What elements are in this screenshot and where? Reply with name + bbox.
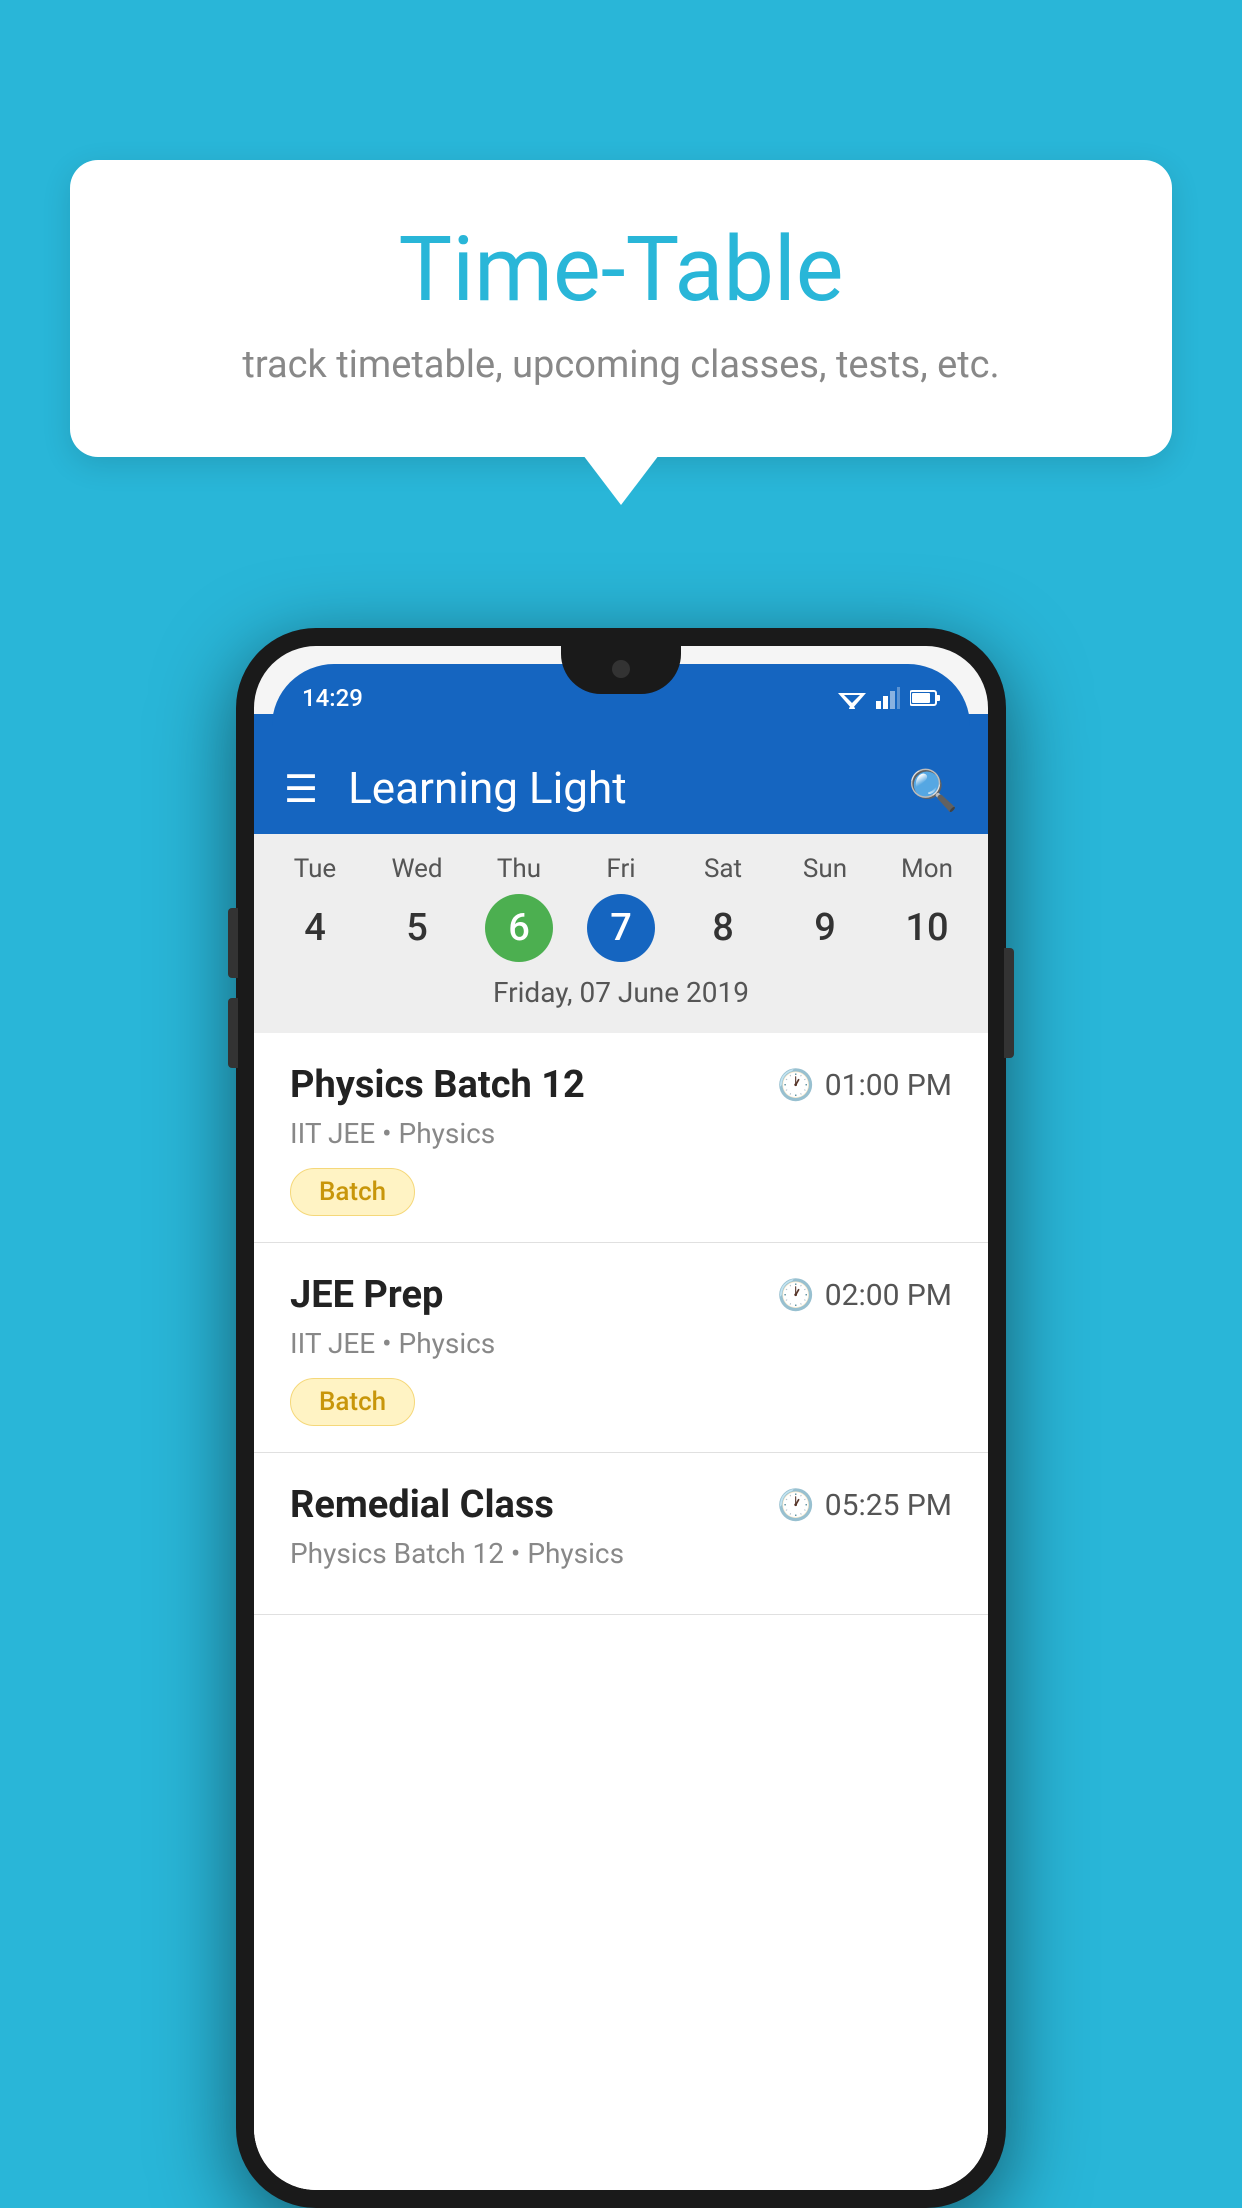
day-number[interactable]: 10 — [893, 894, 961, 962]
app-title: Learning Light — [348, 762, 878, 814]
clock-icon: 🕐 — [777, 1068, 814, 1103]
volume-up-button — [228, 908, 238, 978]
notch — [561, 646, 681, 694]
day-col[interactable]: Thu 6 — [474, 854, 564, 962]
phone-screen: 14:29 — [254, 646, 988, 2190]
schedule-item[interactable]: Remedial Class 🕐 05:25 PM Physics Batch … — [254, 1453, 988, 1615]
day-number[interactable]: 8 — [689, 894, 757, 962]
tooltip-subtitle: track timetable, upcoming classes, tests… — [130, 343, 1112, 387]
schedule-item-time: 🕐 02:00 PM — [777, 1278, 952, 1313]
day-col[interactable]: Tue 4 — [270, 854, 360, 962]
schedule-item-subtitle: IIT JEE • Physics — [290, 1327, 952, 1360]
day-name: Wed — [391, 854, 442, 884]
day-number[interactable]: 4 — [281, 894, 349, 962]
camera — [612, 660, 630, 678]
clock-icon: 🕐 — [777, 1278, 814, 1313]
schedule-item[interactable]: JEE Prep 🕐 02:00 PM IIT JEE • Physics Ba… — [254, 1243, 988, 1453]
wifi-icon — [838, 687, 866, 709]
schedule-item-header: Physics Batch 12 🕐 01:00 PM — [290, 1063, 952, 1107]
days-row: Tue 4 Wed 5 Thu 6 Fri 7 Sat 8 Sun 9 Mon … — [254, 854, 988, 962]
schedule-list: Physics Batch 12 🕐 01:00 PM IIT JEE • Ph… — [254, 1033, 988, 2190]
day-number[interactable]: 5 — [383, 894, 451, 962]
schedule-item-title: JEE Prep — [290, 1273, 443, 1317]
day-number[interactable]: 9 — [791, 894, 859, 962]
app-bar: ☰ Learning Light 🔍 — [254, 714, 988, 834]
schedule-item-header: JEE Prep 🕐 02:00 PM — [290, 1273, 952, 1317]
day-name: Fri — [606, 854, 635, 884]
schedule-item-title: Physics Batch 12 — [290, 1063, 585, 1107]
search-icon[interactable]: 🔍 — [908, 767, 958, 814]
signal-icon — [876, 687, 900, 709]
phone-frame: 14:29 — [236, 628, 1006, 2208]
batch-tag: Batch — [290, 1168, 415, 1216]
day-col[interactable]: Sat 8 — [678, 854, 768, 962]
day-name: Mon — [901, 854, 953, 884]
day-name: Tue — [294, 854, 336, 884]
power-button — [1004, 948, 1014, 1058]
day-number[interactable]: 7 — [587, 894, 655, 962]
schedule-item-header: Remedial Class 🕐 05:25 PM — [290, 1483, 952, 1527]
clock-icon: 🕐 — [777, 1488, 814, 1523]
day-name: Sun — [803, 854, 847, 884]
tooltip-title: Time-Table — [130, 220, 1112, 319]
day-number[interactable]: 6 — [485, 894, 553, 962]
status-icons — [838, 687, 940, 709]
menu-icon[interactable]: ☰ — [284, 767, 318, 812]
screen-content: ☰ Learning Light 🔍 Tue 4 Wed 5 Thu 6 Fri… — [254, 714, 988, 2190]
schedule-item-time: 🕐 05:25 PM — [777, 1488, 952, 1523]
tooltip-card: Time-Table track timetable, upcoming cla… — [70, 160, 1172, 457]
status-time: 14:29 — [302, 684, 363, 712]
day-name: Thu — [497, 854, 541, 884]
selected-date-label: Friday, 07 June 2019 — [254, 962, 988, 1023]
day-col[interactable]: Wed 5 — [372, 854, 462, 962]
batch-tag: Batch — [290, 1378, 415, 1426]
volume-down-button — [228, 998, 238, 1068]
day-col[interactable]: Sun 9 — [780, 854, 870, 962]
day-col[interactable]: Fri 7 — [576, 854, 666, 962]
schedule-item-time: 🕐 01:00 PM — [777, 1068, 952, 1103]
battery-icon — [910, 689, 940, 707]
schedule-item-subtitle: IIT JEE • Physics — [290, 1117, 952, 1150]
day-col[interactable]: Mon 10 — [882, 854, 972, 962]
schedule-item-subtitle: Physics Batch 12 • Physics — [290, 1537, 952, 1570]
day-name: Sat — [704, 854, 742, 884]
schedule-item-title: Remedial Class — [290, 1483, 554, 1527]
schedule-item[interactable]: Physics Batch 12 🕐 01:00 PM IIT JEE • Ph… — [254, 1033, 988, 1243]
calendar-strip: Tue 4 Wed 5 Thu 6 Fri 7 Sat 8 Sun 9 Mon … — [254, 834, 988, 1033]
